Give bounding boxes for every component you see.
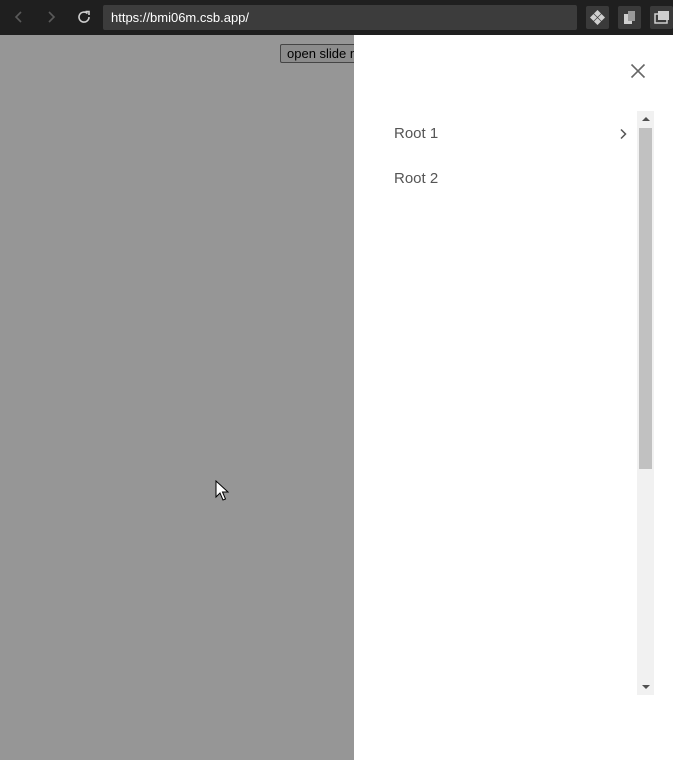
menu-item-label: Root 1 bbox=[394, 125, 439, 142]
forward-button[interactable] bbox=[41, 7, 61, 27]
extension-button-1[interactable] bbox=[586, 6, 609, 29]
page-viewport: open slide menu Root 1 Root 2 bbox=[0, 35, 673, 760]
menu-item-root-1[interactable]: Root 1 bbox=[374, 111, 637, 156]
triangle-down-icon bbox=[641, 685, 650, 689]
mouse-cursor-icon bbox=[215, 480, 229, 501]
reload-button[interactable] bbox=[74, 7, 94, 27]
extension-button-2[interactable] bbox=[618, 6, 641, 29]
windows-icon bbox=[654, 11, 669, 24]
drawer-backdrop[interactable] bbox=[0, 35, 354, 760]
copy-icon bbox=[624, 11, 635, 24]
scroll-up-button[interactable] bbox=[637, 111, 654, 127]
tree-menu: Root 1 Root 2 bbox=[374, 111, 637, 201]
address-bar[interactable]: https://bmi06m.csb.app/ bbox=[103, 5, 577, 30]
browser-toolbar: https://bmi06m.csb.app/ bbox=[0, 0, 673, 35]
menu-item-root-2[interactable]: Root 2 bbox=[374, 156, 637, 201]
chevron-right-icon bbox=[48, 11, 56, 23]
menu-scrollbar[interactable] bbox=[637, 111, 654, 695]
chevron-right-icon bbox=[620, 128, 627, 140]
extension-button-3[interactable] bbox=[650, 6, 673, 29]
menu-item-label: Root 2 bbox=[394, 170, 439, 187]
back-button[interactable] bbox=[9, 7, 29, 27]
scrollbar-thumb[interactable] bbox=[639, 128, 652, 469]
reload-icon bbox=[78, 10, 90, 23]
close-button[interactable] bbox=[628, 61, 648, 81]
chevron-left-icon bbox=[14, 11, 22, 23]
close-icon bbox=[630, 63, 646, 79]
triangle-up-icon bbox=[641, 117, 650, 121]
scroll-down-button[interactable] bbox=[637, 679, 654, 695]
slide-menu-drawer: Root 1 Root 2 bbox=[354, 35, 673, 760]
puzzle-icon bbox=[590, 10, 605, 25]
